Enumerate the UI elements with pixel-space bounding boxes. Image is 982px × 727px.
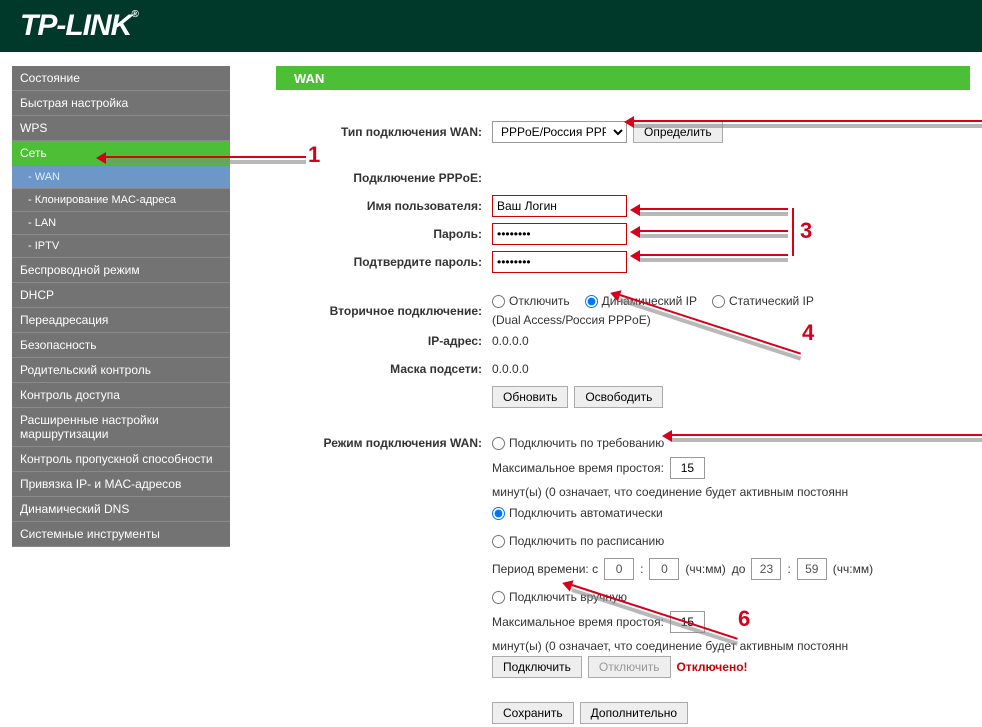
sidebar-item-8[interactable]: Беспроводной режим (12, 258, 230, 283)
detect-button[interactable]: Определить (633, 121, 723, 143)
sidebar-item-4[interactable]: - WAN (12, 166, 230, 189)
sidebar-item-2[interactable]: WPS (12, 116, 230, 141)
renew-button[interactable]: Обновить (492, 386, 568, 408)
disconnect-button[interactable]: Отключить (588, 656, 671, 678)
pppoe-header-label: Подключение PPPoE: (276, 171, 492, 185)
confirm-password-label: Подтвердите пароль: (276, 255, 492, 269)
sec-dynip-option[interactable]: Динамический IP (585, 294, 697, 308)
mode-manual-option[interactable]: Подключить вручную (492, 590, 627, 604)
ip-label: IP-адрес: (276, 334, 492, 348)
release-button[interactable]: Освободить (574, 386, 663, 408)
sec-disable-option[interactable]: Отключить (492, 294, 570, 308)
brand-logo: TP-LINK® (20, 9, 138, 43)
sec-hint: (Dual Access/Россия PPPoE) (492, 313, 651, 327)
sidebar-item-6[interactable]: - LAN (12, 212, 230, 235)
sidebar-item-16[interactable]: Привязка IP- и MAC-адресов (12, 472, 230, 497)
connection-status: Отключено! (677, 660, 748, 674)
sidebar-item-3[interactable]: Сеть (12, 141, 230, 166)
idle-unit: минут(ы) (0 означает, что соединение буд… (492, 485, 848, 499)
idle-time-input-2[interactable] (670, 611, 705, 633)
sidebar-item-7[interactable]: - IPTV (12, 235, 230, 258)
mask-label: Маска подсети: (276, 362, 492, 376)
password-input[interactable] (492, 223, 627, 245)
password-label: Пароль: (276, 227, 492, 241)
ip-value: 0.0.0.0 (492, 334, 529, 348)
period-label: Период времени: с (492, 562, 598, 576)
mask-value: 0.0.0.0 (492, 362, 529, 376)
advanced-button[interactable]: Дополнительно (580, 702, 688, 724)
sidebar-item-14[interactable]: Расширенные настройки маршрутизации (12, 408, 230, 447)
wan-type-select[interactable]: PPPoE/Россия PPPoE (492, 121, 627, 143)
save-button[interactable]: Сохранить (492, 702, 574, 724)
sidebar-item-5[interactable]: - Клонирование MAC-адреса (12, 189, 230, 212)
secondary-conn-label: Вторичное подключение: (276, 304, 492, 318)
period-to-h[interactable] (751, 558, 781, 580)
sidebar-item-9[interactable]: DHCP (12, 283, 230, 308)
app-header: TP-LINK® (0, 0, 982, 52)
connect-button[interactable]: Подключить (492, 656, 582, 678)
period-to-m[interactable] (797, 558, 827, 580)
sidebar-item-11[interactable]: Безопасность (12, 333, 230, 358)
sec-static-option[interactable]: Статический IP (712, 294, 814, 308)
sidebar-item-17[interactable]: Динамический DNS (12, 497, 230, 522)
period-from-h[interactable] (604, 558, 634, 580)
sidebar-item-15[interactable]: Контроль пропускной способности (12, 447, 230, 472)
wan-type-label: Тип подключения WAN: (276, 125, 492, 139)
idle-label: Максимальное время простоя: (492, 461, 664, 475)
username-label: Имя пользователя: (276, 199, 492, 213)
idle-label-2: Максимальное время простоя: (492, 615, 664, 629)
period-from-m[interactable] (649, 558, 679, 580)
mode-on-demand-option[interactable]: Подключить по требованию (492, 436, 664, 450)
mode-auto-option[interactable]: Подключить автоматически (492, 506, 663, 520)
confirm-password-input[interactable] (492, 251, 627, 273)
page-title: WAN (276, 66, 970, 90)
sidebar-item-18[interactable]: Системные инструменты (12, 522, 230, 547)
sidebar: СостояниеБыстрая настройкаWPSСеть- WAN- … (12, 66, 230, 727)
username-input[interactable] (492, 195, 627, 217)
idle-time-input[interactable] (670, 457, 705, 479)
sidebar-item-10[interactable]: Переадресация (12, 308, 230, 333)
sidebar-item-1[interactable]: Быстрая настройка (12, 91, 230, 116)
idle-unit-2: минут(ы) (0 означает, что соединение буд… (492, 639, 848, 653)
sidebar-item-13[interactable]: Контроль доступа (12, 383, 230, 408)
sidebar-item-12[interactable]: Родительский контроль (12, 358, 230, 383)
wan-mode-label: Режим подключения WAN: (276, 436, 492, 450)
sidebar-item-0[interactable]: Состояние (12, 66, 230, 91)
main-content: WAN Тип подключения WAN: PPPoE/Россия PP… (276, 66, 970, 727)
mode-schedule-option[interactable]: Подключить по расписанию (492, 534, 664, 548)
